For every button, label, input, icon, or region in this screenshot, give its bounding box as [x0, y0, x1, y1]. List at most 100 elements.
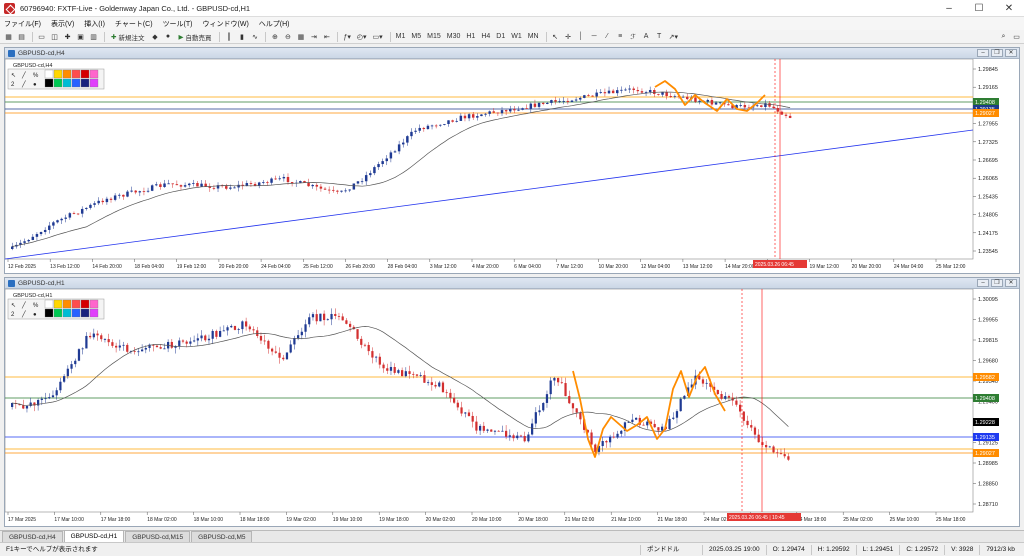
maximize-button[interactable]: ☐ [964, 0, 994, 17]
zoom-out-icon[interactable]: ⊖ [282, 31, 293, 42]
price-tag-label: 1.29582 [975, 375, 995, 381]
trendline-icon[interactable]: ⁄ [602, 31, 613, 42]
candle-body [344, 190, 347, 192]
vertical-line-icon[interactable]: │ [576, 31, 587, 42]
candle-body [266, 182, 269, 184]
profiles-icon[interactable]: ▤ [16, 31, 27, 42]
meta-editor-icon[interactable]: ◆ [149, 31, 160, 42]
status-help: F1キーでヘルプが表示されます [6, 545, 98, 553]
tf-m15[interactable]: M15 [425, 31, 443, 42]
zoom-in-icon[interactable]: ⊕ [269, 31, 280, 42]
tf-w1[interactable]: W1 [509, 31, 524, 42]
candle-body [249, 183, 253, 184]
tab-gbpusd-h4[interactable]: GBPUSD-cd,H4 [2, 531, 63, 542]
palette-color-swatch [71, 299, 81, 309]
h1-window-titlebar[interactable]: GBPUSD-cd,H1 – ❐ ✕ [5, 278, 1019, 289]
tab-gbpusd-m15[interactable]: GBPUSD-cd,M15 [125, 531, 191, 542]
palette-tool-icon: ╱ [21, 80, 26, 88]
tab-gbpusd-m5[interactable]: GBPUSD-cd,M5 [191, 531, 253, 542]
candle-body [685, 96, 689, 100]
candle-body [554, 100, 557, 102]
navigator-icon[interactable]: ✚ [62, 31, 73, 42]
arrows-icon[interactable]: ↗▾ [667, 31, 680, 42]
crosshair-icon[interactable]: ✛ [563, 31, 574, 42]
menu-help[interactable]: ヘルプ(H) [259, 19, 290, 29]
candle-body [332, 189, 335, 191]
label-tool-icon[interactable]: T [654, 31, 665, 42]
candle-body [668, 418, 671, 429]
h4-window-titlebar[interactable]: GBPUSD-cd,H4 – ❐ ✕ [5, 48, 1019, 59]
h1-minimize-button[interactable]: – [977, 279, 989, 287]
tf-m5[interactable]: M5 [409, 31, 423, 42]
text-tool-icon[interactable]: A [641, 31, 652, 42]
menu-chart[interactable]: チャート(C) [115, 19, 153, 29]
menu-file[interactable]: ファイル(F) [4, 19, 41, 29]
channel-icon[interactable]: ≡ [615, 31, 626, 42]
tf-mn[interactable]: MN [526, 31, 541, 42]
h4-price-chart[interactable]: 1.298451.291651.285851.279551.273251.266… [5, 59, 1019, 273]
menu-tools[interactable]: ツール(T) [163, 19, 193, 29]
candle-body [330, 313, 333, 320]
menu-view[interactable]: 表示(V) [51, 19, 74, 29]
time-label: 19 Mar 12:00 [809, 264, 839, 270]
auto-trading-button[interactable]: ▶ 自動売買 [175, 31, 214, 42]
h1-restore-button[interactable]: ❐ [991, 279, 1003, 287]
h4-close-button[interactable]: ✕ [1005, 49, 1017, 57]
candle-body [735, 400, 738, 405]
candle-body [304, 324, 307, 332]
bar-chart-icon[interactable]: ┃ [223, 31, 234, 42]
menu-window[interactable]: ウィンドウ(W) [203, 19, 249, 29]
candle-body [377, 164, 380, 168]
candle-body [356, 329, 359, 339]
fibo-icon[interactable]: ℱ [628, 31, 639, 42]
new-order-button[interactable]: ✚ 新規注文 [108, 31, 147, 42]
h4-restore-button[interactable]: ❐ [991, 49, 1003, 57]
h1-close-button[interactable]: ✕ [1005, 279, 1017, 287]
market-watch-icon[interactable]: ▭ [36, 31, 47, 42]
signals-icon[interactable]: ● [162, 31, 173, 42]
new-chart-icon[interactable]: ▦ [3, 31, 14, 42]
candle-body [253, 183, 257, 186]
close-button[interactable]: ✕ [994, 0, 1024, 17]
candle-body [74, 360, 77, 365]
menu-insert[interactable]: 挿入(I) [84, 19, 105, 29]
status-profile[interactable]: ポンドドル [640, 544, 702, 555]
indicators-icon[interactable]: ƒ▾ [341, 31, 352, 42]
minimize-button[interactable]: – [934, 0, 964, 17]
horizontal-line-icon[interactable]: ─ [589, 31, 600, 42]
search-icon[interactable]: ⌕ [998, 31, 1009, 42]
line-chart-icon[interactable]: ∿ [249, 31, 260, 42]
candle-body [665, 92, 668, 97]
terminal-icon[interactable]: ▣ [75, 31, 86, 42]
candle-body [122, 344, 125, 346]
chart-shift-icon[interactable]: ⇤ [321, 31, 332, 42]
data-window-icon[interactable]: ◫ [49, 31, 60, 42]
auto-scroll-icon[interactable]: ⇥ [308, 31, 319, 42]
tf-m1[interactable]: M1 [394, 31, 408, 42]
tab-gbpusd-h1[interactable]: GBPUSD-cd,H1 [63, 530, 125, 542]
candle-body [315, 184, 319, 187]
cursor-icon[interactable]: ↖ [550, 31, 561, 42]
time-label: 17 Mar 10:00 [54, 517, 84, 523]
templates-icon[interactable]: ▭▾ [371, 31, 385, 42]
h4-minimize-button[interactable]: – [977, 49, 989, 57]
h1-price-chart[interactable]: 1.300951.299551.298151.296801.295401.294… [5, 289, 1019, 526]
tile-windows-icon[interactable]: ▦ [295, 31, 306, 42]
tf-h4[interactable]: H4 [479, 31, 492, 42]
candle-body [595, 92, 598, 97]
time-label: 12 Feb 2025 [8, 264, 36, 270]
tf-d1[interactable]: D1 [494, 31, 507, 42]
tester-icon[interactable]: ▥ [88, 31, 99, 42]
h1-chart-window[interactable]: GBPUSD-cd,H1 – ❐ ✕ 1.30095 1.29955 1.29815… [4, 277, 1020, 527]
h4-chart-window[interactable]: GBPUSD-cd,H4 – ❐ ✕ 1.298451.291651.28585… [4, 47, 1020, 274]
candle-body [599, 92, 603, 93]
candle-body [672, 417, 675, 419]
candle-body [267, 340, 270, 349]
chat-icon[interactable]: ▭ [1011, 31, 1022, 42]
candle-body [434, 125, 438, 127]
candle-body [219, 330, 222, 337]
candle-chart-icon[interactable]: ▮ [236, 31, 247, 42]
tf-h1[interactable]: H1 [464, 31, 477, 42]
periods-icon[interactable]: ◴▾ [355, 31, 369, 42]
tf-m30[interactable]: M30 [445, 31, 463, 42]
